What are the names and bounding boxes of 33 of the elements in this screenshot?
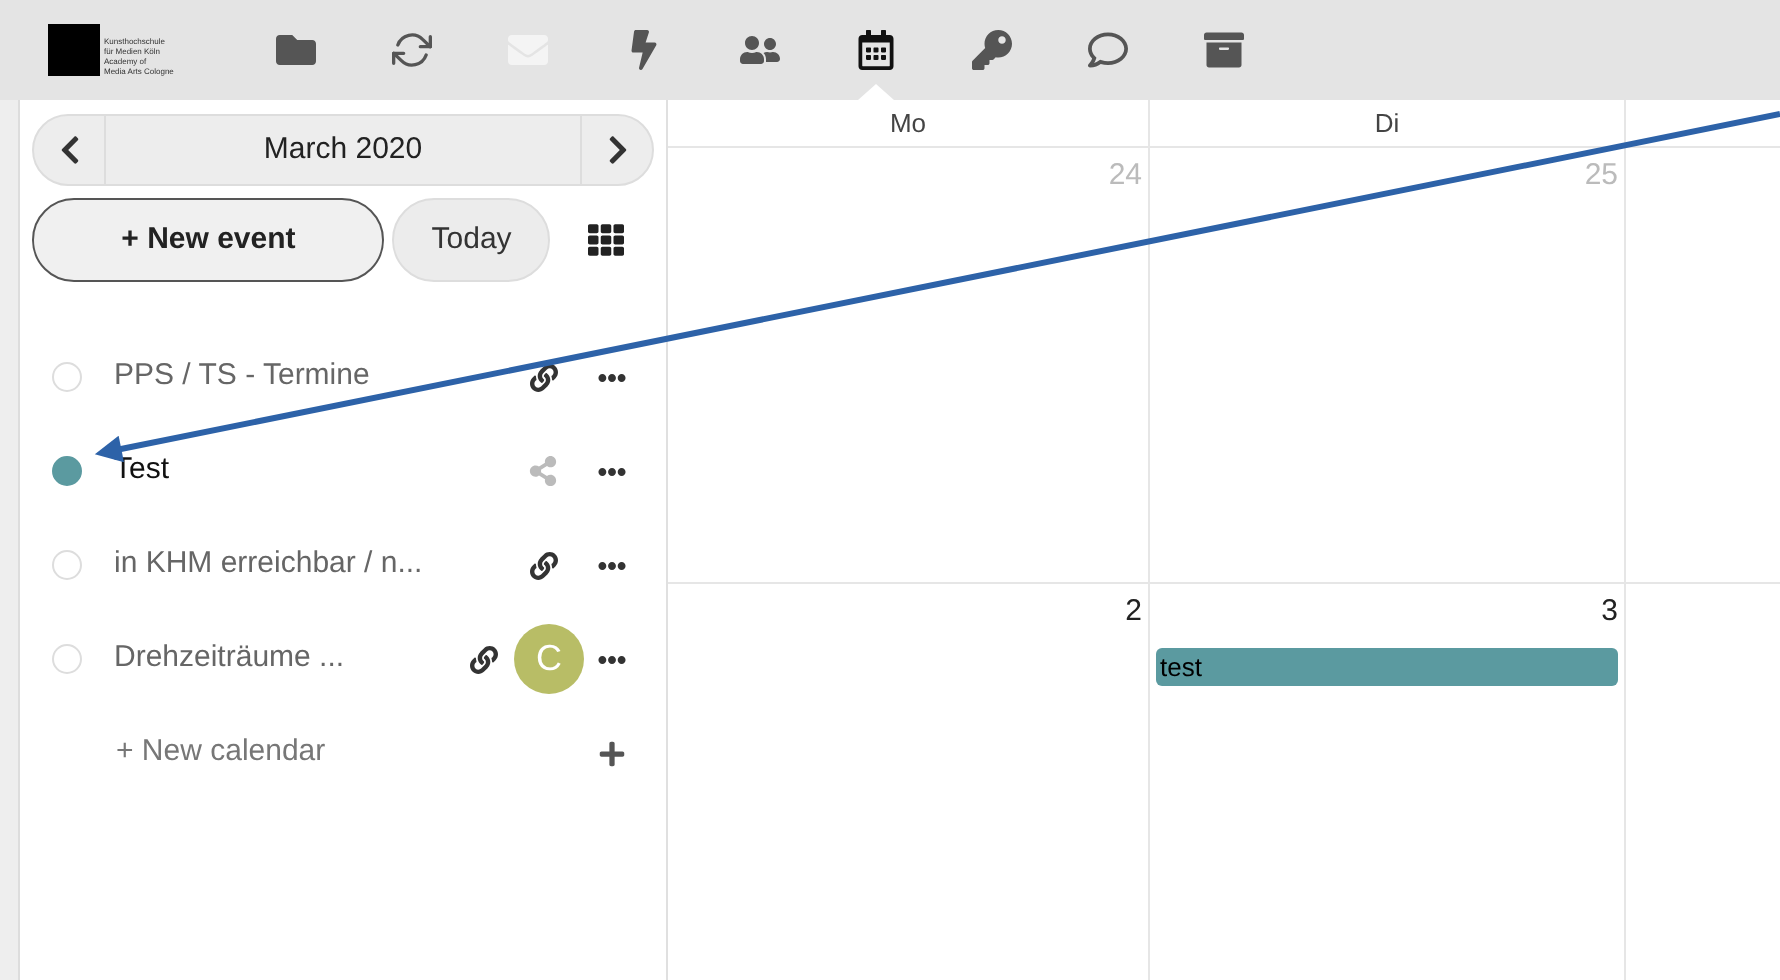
calendar-name: PPS / TS - Termine [114,356,370,397]
new-calendar-item[interactable]: + New calendar [32,706,654,800]
calendar-icon [856,30,896,70]
day-number: 25 [1584,156,1618,196]
folder-icon [276,30,316,70]
month-label[interactable]: March 2020 [106,116,580,184]
event-chip[interactable]: test [1156,647,1618,685]
people-icon [740,30,780,70]
link-icon[interactable] [470,645,498,673]
day-number: 3 [1601,592,1618,632]
calendar-item[interactable]: in KHM erreichbar / n... [32,518,654,612]
day-number: 24 [1108,156,1142,196]
speech-bubble-icon [1088,30,1128,70]
logo-icon [48,24,100,76]
calendar-item[interactable]: Drehzeiträume ... C [32,612,654,706]
calendar-name: Drehzeiträume ... [114,638,345,679]
key-icon [972,30,1012,70]
new-event-button[interactable]: + New event [32,198,385,282]
link-icon[interactable] [530,363,558,391]
link-icon[interactable] [530,551,558,579]
calendar-toggle[interactable] [52,456,82,486]
calendar-item[interactable]: PPS / TS - Termine [32,330,654,424]
today-button[interactable]: Today [392,198,551,282]
grid-icon [588,222,625,258]
weekday-header: Mo [889,105,927,142]
day-number: 2 [1125,592,1142,632]
circular-arrows-icon [392,30,432,70]
new-calendar-label: + New calendar [116,732,328,773]
stack-icon [1204,30,1244,70]
plus-icon [598,739,626,767]
weekday-header: Di [1374,105,1400,142]
avatar: C [514,624,584,694]
calendar-name: in KHM erreichbar / n... [114,544,423,585]
